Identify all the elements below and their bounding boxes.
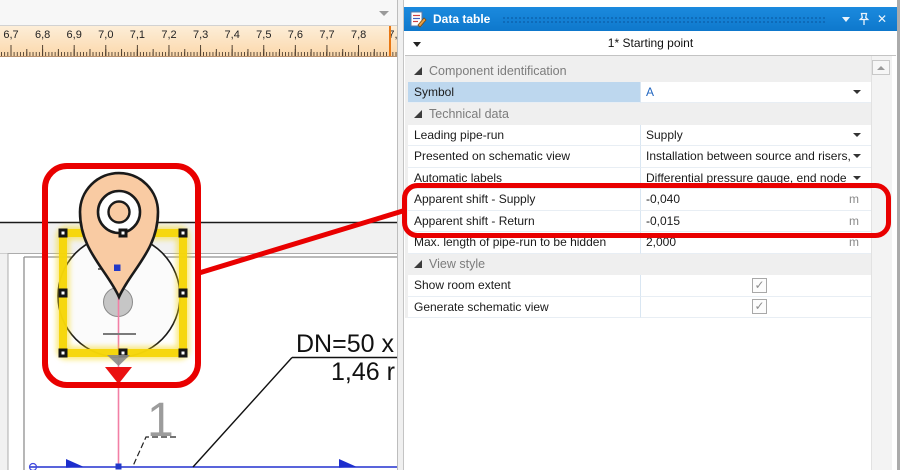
checkbox-checked[interactable]: ✓: [752, 278, 767, 293]
property-row-symbol[interactable]: Symbol A: [408, 82, 873, 104]
section-label: Component identification: [429, 64, 567, 78]
property-value[interactable]: Supply: [646, 128, 683, 142]
property-value[interactable]: -0,015: [646, 214, 680, 228]
property-value[interactable]: -0,040: [646, 192, 680, 206]
close-icon: ✕: [877, 13, 887, 25]
titlebar-grip: [502, 16, 827, 25]
ruler-tick-label: 7,8: [351, 29, 366, 41]
ruler-ticks: [0, 45, 397, 56]
property-value[interactable]: A: [646, 85, 654, 99]
property-row-presented-on-schematic[interactable]: Presented on schematic view Installation…: [408, 146, 873, 168]
close-button[interactable]: ✕: [873, 10, 891, 28]
dn-label-line1: DN=50 x: [296, 330, 394, 358]
panel-titlebar[interactable]: Data table ✕: [404, 7, 897, 31]
ruler-tick-label: 7,6: [288, 29, 303, 41]
node-marker: [114, 265, 121, 272]
property-label: Apparent shift - Return: [414, 214, 535, 228]
data-table-panel: Data table ✕ 1* Starting point Component…: [404, 0, 900, 470]
data-table-icon: [410, 11, 427, 28]
property-label: Symbol: [414, 85, 454, 99]
chevron-up-icon: [877, 66, 885, 70]
property-label: Show room extent: [414, 278, 511, 292]
ruler-tick-label: 7,3: [193, 29, 208, 41]
checkbox-checked[interactable]: ✓: [752, 299, 767, 314]
selected-object-label: 1* Starting point: [608, 36, 693, 50]
property-row-automatic-labels[interactable]: Automatic labels Differential pressure g…: [408, 168, 873, 190]
ruler-tick-label: 7,7: [319, 29, 334, 41]
ruler-tick-label: 7,0: [98, 29, 113, 41]
ruler-tick-label: 7,2: [161, 29, 176, 41]
panel-title: Data table: [433, 12, 490, 26]
red-flow-arrow-icon: [105, 367, 132, 384]
section-label: View style: [429, 257, 485, 271]
scroll-up-button[interactable]: [872, 60, 890, 75]
property-row-show-room-extent[interactable]: Show room extent ✓: [408, 275, 873, 297]
property-row-apparent-shift-supply[interactable]: Apparent shift - Supply -0,040 m: [408, 189, 873, 211]
grey-arrow: [107, 355, 130, 366]
section-header[interactable]: Technical data: [408, 103, 873, 125]
unit-label: m: [849, 235, 873, 249]
property-row-generate-schematic[interactable]: Generate schematic view ✓: [408, 297, 873, 319]
flow-arrow-icon: [339, 459, 357, 468]
check-icon: ✓: [754, 300, 764, 313]
property-label: Apparent shift - Supply: [414, 192, 535, 206]
unit-label: m: [849, 214, 873, 228]
ruler-tick-label: 6,9: [67, 29, 82, 41]
collapse-icon: [414, 67, 422, 75]
property-row-max-hidden-length[interactable]: Max. length of pipe-run to be hidden 2,0…: [408, 232, 873, 254]
flow-arrow-icon: [66, 459, 84, 468]
horizontal-ruler: 6,7 6,8 6,9 7,0 7,1 7,2 7,3 7,4 7,5 7,6 …: [0, 26, 397, 57]
property-grid: Component identification Symbol A Techni…: [405, 56, 873, 470]
dropdown-arrow-icon[interactable]: [853, 154, 861, 158]
plan-drawing: DN=50 x 1,46 r 1: [0, 0, 397, 470]
property-label: Max. length of pipe-run to be hidden: [414, 235, 606, 249]
canvas-toolbar-strip: [0, 0, 397, 26]
collapse-icon: [414, 260, 422, 268]
unit-label: m: [849, 192, 873, 206]
connection-node: [116, 464, 122, 470]
pin-icon: [858, 12, 870, 26]
ruler-tick-label: 7,1: [130, 29, 145, 41]
property-value[interactable]: Installation between source and risers,: [646, 149, 851, 163]
property-label: Presented on schematic view: [414, 149, 570, 163]
property-row-leading-pipe-run[interactable]: Leading pipe-run Supply: [408, 125, 873, 147]
distribution-pipe[interactable]: [30, 459, 398, 470]
ruler-tick-label: 7,4: [225, 29, 240, 41]
ruler-tick-label: 6,8: [35, 29, 50, 41]
dn-label-line2: 1,46 r: [331, 358, 395, 386]
property-label: Leading pipe-run: [414, 128, 504, 142]
ruler-position-marker: [389, 26, 391, 57]
property-label: Generate schematic view: [414, 300, 549, 314]
object-selector[interactable]: 1* Starting point: [405, 31, 896, 56]
chevron-down-icon: [842, 17, 850, 22]
property-row-apparent-shift-return[interactable]: Apparent shift - Return -0,015 m: [408, 211, 873, 233]
drawing-canvas[interactable]: DN=50 x 1,46 r 1 6,7 6,8 6,9 7,0 7,1 7,2…: [0, 0, 397, 470]
panel-splitter[interactable]: [397, 0, 404, 470]
collapse-icon: [414, 110, 422, 118]
pin-button[interactable]: [855, 10, 873, 28]
chevron-down-icon[interactable]: [379, 11, 389, 16]
dropdown-arrow-icon[interactable]: [853, 90, 861, 94]
property-label: Automatic labels: [414, 171, 502, 185]
window-position-button[interactable]: [837, 10, 855, 28]
section-header[interactable]: Component identification: [408, 60, 873, 82]
section-label: Technical data: [429, 107, 509, 121]
check-icon: ✓: [754, 279, 764, 292]
property-value[interactable]: 2,000: [646, 235, 676, 249]
node-number-label: 1: [147, 394, 174, 447]
chevron-down-icon: [413, 42, 421, 47]
dropdown-arrow-icon[interactable]: [853, 176, 861, 180]
ruler-tick-label: 7,5: [256, 29, 271, 41]
section-header[interactable]: View style: [408, 254, 873, 276]
dropdown-arrow-icon[interactable]: [853, 133, 861, 137]
ruler-tick-label: 6,7: [3, 29, 18, 41]
property-value[interactable]: Differential pressure gauge, end node: [646, 171, 847, 185]
scrollbar-track[interactable]: [871, 56, 892, 470]
